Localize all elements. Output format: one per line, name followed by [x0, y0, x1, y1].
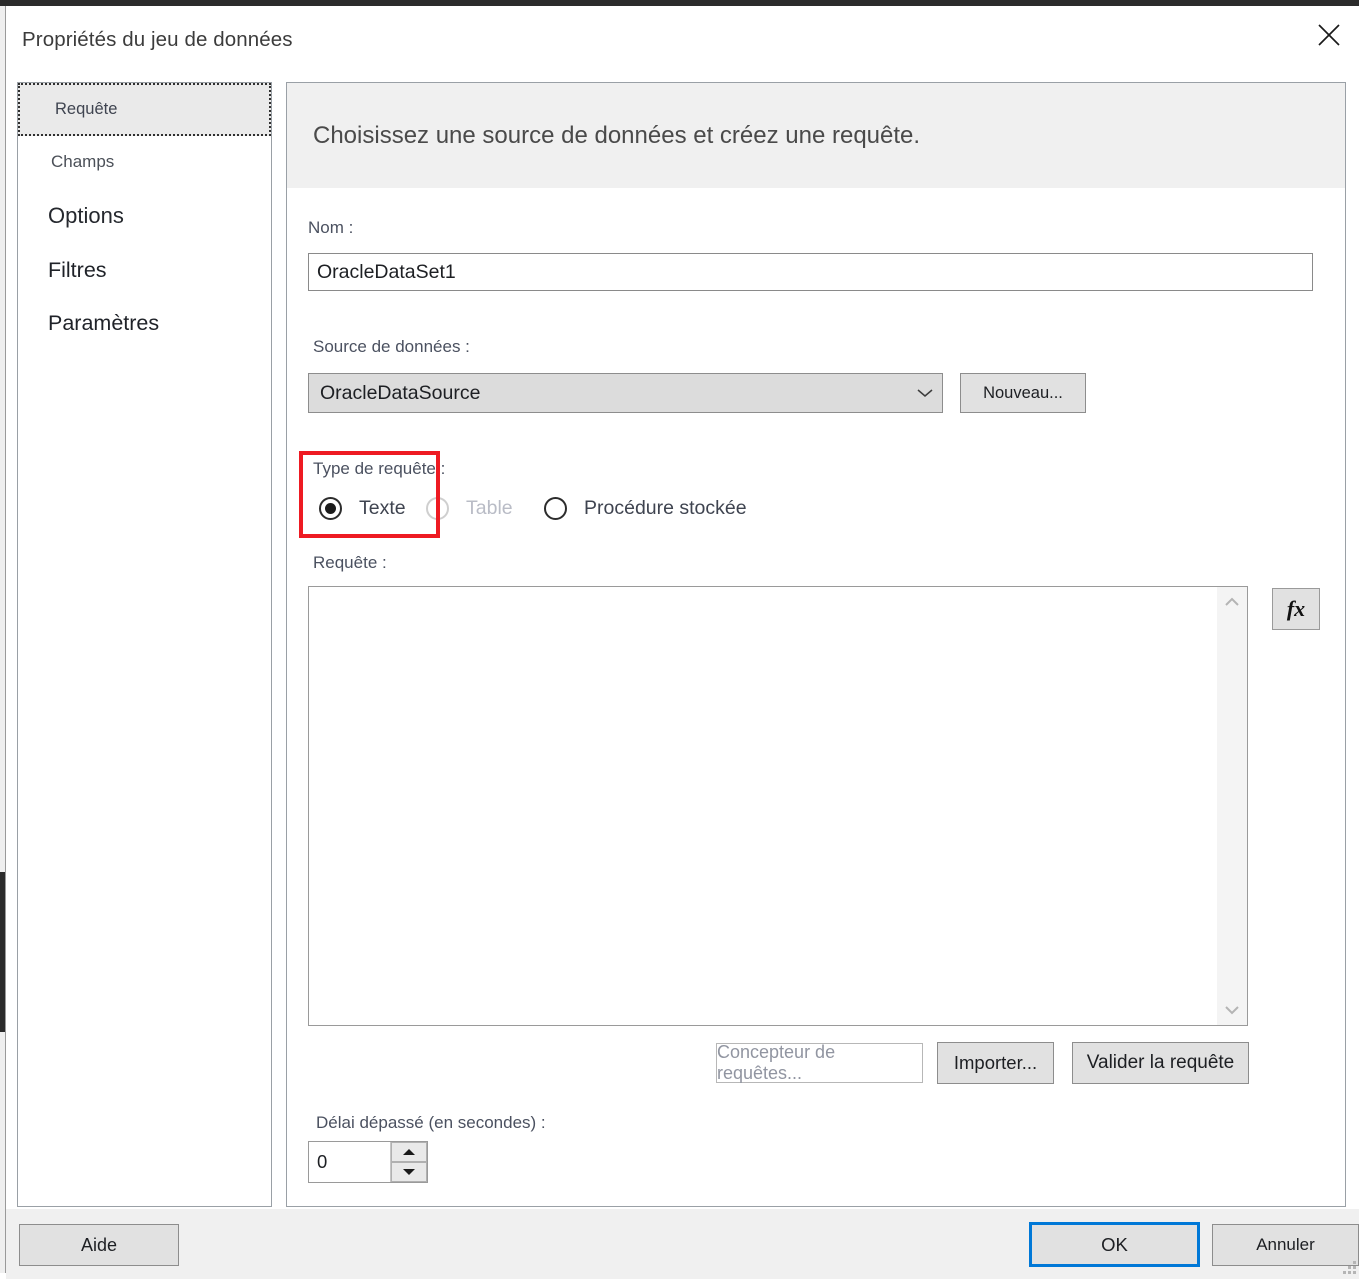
fx-icon: fx	[1286, 596, 1306, 621]
data-source-select[interactable]: OracleDataSource	[308, 373, 943, 413]
sidebar-item-filtres[interactable]: Filtres	[17, 244, 272, 297]
radio-query-type-procedure-stockee[interactable]: Procédure stockée	[544, 488, 747, 528]
query-editor	[308, 586, 1248, 1026]
new-data-source-button[interactable]: Nouveau...	[960, 373, 1086, 413]
query-textarea[interactable]	[309, 587, 1217, 1025]
data-source-label: Source de données :	[313, 337, 470, 356]
chevron-down-icon	[908, 387, 942, 399]
data-source-value: OracleDataSource	[320, 381, 481, 404]
sidebar-item-label: Champs	[51, 152, 115, 171]
radio-label: Procédure stockée	[584, 496, 747, 519]
radio-query-type-texte[interactable]: Texte	[319, 488, 406, 528]
name-label: Nom :	[308, 218, 354, 237]
timeout-stepper-buttons	[390, 1142, 427, 1182]
radio-label: Texte	[359, 496, 406, 519]
spinner-up-icon[interactable]	[391, 1142, 427, 1162]
validate-query-button[interactable]: Valider la requête	[1072, 1042, 1249, 1084]
sidebar-item-champs[interactable]: Champs	[17, 136, 272, 188]
radio-query-type-table: Table	[426, 488, 513, 528]
radio-indicator	[544, 496, 567, 520]
sidebar-item-label: Filtres	[48, 258, 107, 282]
query-scrollbar[interactable]	[1217, 587, 1247, 1025]
query-type-radio-group: Texte Table Procédure stockée	[301, 488, 1201, 528]
timeout-stepper	[308, 1141, 428, 1183]
query-designer-button: Concepteur de requêtes...	[716, 1042, 923, 1083]
query-label: Requête :	[313, 553, 387, 572]
dialog-footer: Aide OK Annuler	[6, 1209, 1359, 1279]
chevron-down-icon[interactable]	[1217, 995, 1247, 1025]
timeout-label: Délai dépassé (en secondes) :	[316, 1113, 546, 1132]
sidebar-item-label: Requête	[55, 100, 118, 118]
chevron-up-icon[interactable]	[1217, 587, 1247, 617]
content-panel: Choisissez une source de données et crée…	[286, 82, 1346, 1207]
sidebar-item-label: Options	[48, 203, 124, 228]
cancel-button[interactable]: Annuler	[1212, 1224, 1359, 1266]
dialog-titlebar: Propriétés du jeu de données	[6, 6, 1359, 69]
ok-button[interactable]: OK	[1029, 1222, 1200, 1267]
radio-indicator	[319, 496, 342, 520]
content-header-text: Choisissez une source de données et crée…	[313, 121, 921, 149]
radio-label: Table	[466, 496, 513, 519]
query-type-label: Type de requête :	[313, 459, 446, 478]
sidebar-item-requete[interactable]: Requête	[18, 83, 271, 136]
dataset-properties-dialog: Propriétés du jeu de données Requête Cha…	[5, 6, 1359, 1279]
sidebar-nav: Requête Champs Options Filtres Paramètre…	[17, 82, 272, 1207]
dialog-title: Propriétés du jeu de données	[22, 28, 293, 51]
dialog-body: Requête Champs Options Filtres Paramètre…	[6, 69, 1359, 1209]
expression-editor-button[interactable]: fx	[1272, 588, 1320, 630]
help-button[interactable]: Aide	[19, 1224, 179, 1266]
sidebar-item-parametres[interactable]: Paramètres	[17, 297, 272, 350]
spinner-down-icon[interactable]	[391, 1162, 427, 1182]
name-input[interactable]	[308, 253, 1313, 291]
content-header: Choisissez une source de données et crée…	[287, 83, 1345, 188]
radio-indicator	[426, 496, 449, 520]
close-icon[interactable]	[1298, 6, 1359, 64]
import-query-button[interactable]: Importer...	[937, 1042, 1054, 1084]
sidebar-item-options[interactable]: Options	[17, 188, 272, 244]
sidebar-item-label: Paramètres	[48, 311, 160, 335]
timeout-input[interactable]	[309, 1142, 390, 1182]
